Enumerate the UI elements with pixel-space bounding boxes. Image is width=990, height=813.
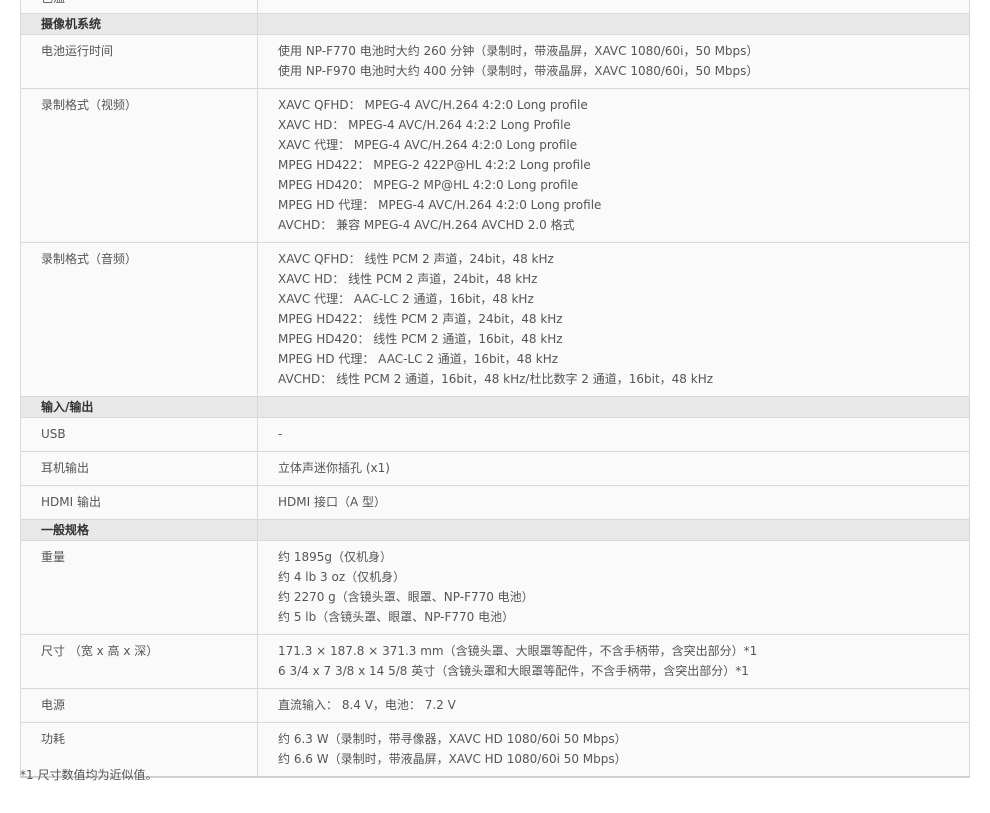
spec-label: 尺寸 （宽 x 高 x 深） [20, 634, 258, 689]
spec-label: 录制格式（音频） [20, 242, 258, 397]
spec-label: 录制格式（视频） [20, 88, 258, 243]
spec-value-line: 使用 NP-F770 电池时大约 260 分钟（录制时，带液晶屏，XAVC 10… [278, 44, 759, 58]
spec-page: 色温摄像机系统电池运行时间 使用 NP-F770 电池时大约 260 分钟（录制时… [0, 0, 990, 813]
spec-value-line: 约 4 lb 3 oz（仅机身） [278, 570, 406, 584]
spec-value-line: 使用 NP-F970 电池时大约 400 分钟（录制时，带液晶屏，XAVC 10… [278, 64, 759, 78]
spec-value-line: 约 6.6 W（录制时，带液晶屏，XAVC HD 1080/60i 50 Mbp… [278, 752, 627, 766]
spec-label: 电池运行时间 [20, 34, 258, 89]
spec-value-line: MPEG HD 代理： MPEG-4 AVC/H.264 4:2:0 Long … [278, 198, 602, 212]
spec-value-line: XAVC HD： 线性 PCM 2 声道，24bit，48 kHz [278, 272, 538, 286]
spec-row: HDMI 输出 HDMI 接口（A 型） [20, 485, 970, 520]
spec-row: USB - [20, 417, 970, 452]
spec-row: 耳机输出 立体声迷你插孔 (x1) [20, 451, 970, 486]
footnote: *1 尺寸数值均为近似值。 [20, 768, 158, 782]
spec-value-line: 直流输入： 8.4 V，电池： 7.2 V [278, 698, 456, 712]
spec-value: 约 6.3 W（录制时，带寻像器，XAVC HD 1080/60i 50 Mbp… [257, 722, 970, 778]
spec-row: 电源 直流输入： 8.4 V，电池： 7.2 V [20, 688, 970, 723]
spec-value: 约 1895g（仅机身） 约 4 lb 3 oz（仅机身） 约 2270 g（含镜头… [257, 540, 970, 635]
spec-value-line: 约 5 lb（含镜头罩、眼罩、NP-F770 电池） [278, 610, 515, 624]
spec-value: HDMI 接口（A 型） [257, 485, 970, 520]
spec-value-line: - [278, 427, 283, 441]
spec-row: 重量 约 1895g（仅机身） 约 4 lb 3 oz（仅机身） 约 2270 g（含… [20, 540, 970, 635]
section-header-row: 一般规格 [20, 519, 970, 541]
spec-table: 色温摄像机系统电池运行时间 使用 NP-F770 电池时大约 260 分钟（录制时… [20, 0, 970, 778]
spec-value-line: XAVC QFHD： 线性 PCM 2 声道，24bit，48 kHz [278, 252, 554, 266]
section-header-spacer [257, 519, 970, 541]
spec-value: 171.3 × 187.8 × 371.3 mm（含镜头罩、大眼罩等配件，不含手… [257, 634, 970, 689]
spec-value [257, 0, 970, 14]
spec-value: 立体声迷你插孔 (x1) [257, 451, 970, 486]
spec-value-line: MPEG HD422： MPEG-2 422P@HL 4:2:2 Long pr… [278, 158, 591, 172]
section-header-spacer [257, 396, 970, 418]
spec-value-line: 6 3/4 x 7 3/8 x 14 5/8 英寸（含镜头罩和大眼罩等配件，不含… [278, 664, 749, 678]
section-title: 输入/输出 [20, 396, 258, 418]
spec-value-line: MPEG HD420： 线性 PCM 2 通道，16bit，48 kHz [278, 332, 563, 346]
section-header-row: 摄像机系统 [20, 13, 970, 35]
spec-label: 耳机输出 [20, 451, 258, 486]
spec-value: 直流输入： 8.4 V，电池： 7.2 V [257, 688, 970, 723]
spec-value-line: XAVC QFHD： MPEG-4 AVC/H.264 4:2:0 Long p… [278, 98, 588, 112]
spec-value: - [257, 417, 970, 452]
spec-value-line: 约 1895g（仅机身） [278, 550, 392, 564]
spec-value-line: MPEG HD420： MPEG-2 MP@HL 4:2:0 Long prof… [278, 178, 579, 192]
spec-row: 色温 [20, 0, 970, 14]
spec-row: 录制格式（音频） XAVC QFHD： 线性 PCM 2 声道，24bit，48 … [20, 242, 970, 397]
spec-value-line: XAVC 代理： MPEG-4 AVC/H.264 4:2:0 Long pro… [278, 138, 578, 152]
spec-value-line: MPEG HD422： 线性 PCM 2 声道，24bit，48 kHz [278, 312, 563, 326]
spec-row: 电池运行时间 使用 NP-F770 电池时大约 260 分钟（录制时，带液晶屏，X… [20, 34, 970, 89]
spec-value-line: 立体声迷你插孔 (x1) [278, 461, 390, 475]
spec-row: 功耗约 6.3 W（录制时，带寻像器，XAVC HD 1080/60i 50 M… [20, 722, 970, 778]
spec-value: XAVC QFHD： MPEG-4 AVC/H.264 4:2:0 Long p… [257, 88, 970, 243]
spec-value-line: AVCHD： 兼容 MPEG-4 AVC/H.264 AVCHD 2.0 格式 [278, 218, 575, 232]
spec-label: 电源 [20, 688, 258, 723]
spec-value-line: AVCHD： 线性 PCM 2 通道，16bit，48 kHz/杜比数字 2 通… [278, 372, 714, 386]
spec-value-line: 约 6.3 W（录制时，带寻像器，XAVC HD 1080/60i 50 Mbp… [278, 732, 627, 746]
section-header-row: 输入/输出 [20, 396, 970, 418]
spec-value-line: MPEG HD 代理： AAC-LC 2 通道，16bit，48 kHz [278, 352, 559, 366]
spec-value-line: HDMI 接口（A 型） [278, 495, 386, 509]
spec-label: HDMI 输出 [20, 485, 258, 520]
section-title: 一般规格 [20, 519, 258, 541]
spec-row: 尺寸 （宽 x 高 x 深） 171.3 × 187.8 × 371.3 mm（含… [20, 634, 970, 689]
section-header-spacer [257, 13, 970, 35]
spec-row: 录制格式（视频） XAVC QFHD： MPEG-4 AVC/H.264 4:2:… [20, 88, 970, 243]
spec-label: USB [20, 417, 258, 452]
section-title: 摄像机系统 [20, 13, 258, 35]
spec-value-line: 171.3 × 187.8 × 371.3 mm（含镜头罩、大眼罩等配件，不含手… [278, 644, 758, 658]
spec-value: XAVC QFHD： 线性 PCM 2 声道，24bit，48 kHz XAVC … [257, 242, 970, 397]
spec-label: 色温 [20, 0, 258, 14]
spec-label: 重量 [20, 540, 258, 635]
spec-value-line: XAVC HD： MPEG-4 AVC/H.264 4:2:2 Long Pro… [278, 118, 571, 132]
spec-value: 使用 NP-F770 电池时大约 260 分钟（录制时，带液晶屏，XAVC 10… [257, 34, 970, 89]
spec-value-line: XAVC 代理： AAC-LC 2 通道，16bit，48 kHz [278, 292, 534, 306]
spec-table-body: 色温摄像机系统电池运行时间 使用 NP-F770 电池时大约 260 分钟（录制时… [20, 0, 970, 778]
spec-value-line: 约 2270 g（含镜头罩、眼罩、NP-F770 电池） [278, 590, 534, 604]
